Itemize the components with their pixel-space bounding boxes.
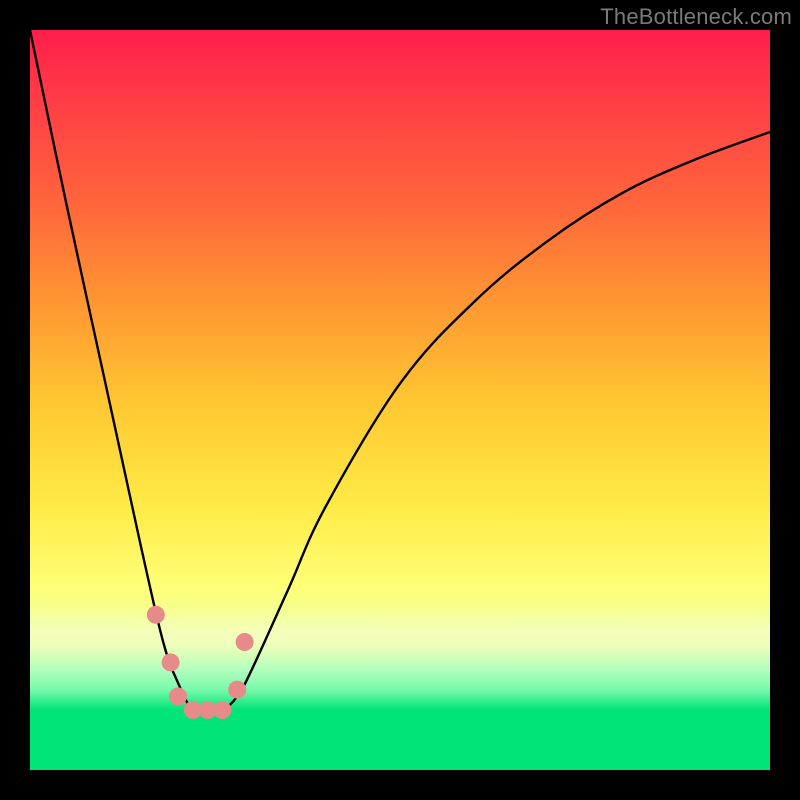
marker-dot	[147, 606, 165, 624]
plot-area	[30, 30, 770, 770]
marker-dot	[169, 687, 187, 705]
marker-dot	[213, 701, 231, 719]
marker-dot	[236, 633, 254, 651]
marker-dot	[228, 681, 246, 699]
marker-group	[147, 606, 254, 719]
chart-frame: TheBottleneck.com	[0, 0, 800, 800]
curve-layer	[30, 30, 770, 770]
watermark-text: TheBottleneck.com	[600, 4, 792, 30]
marker-dot	[162, 653, 180, 671]
bottleneck-curve	[30, 30, 770, 712]
